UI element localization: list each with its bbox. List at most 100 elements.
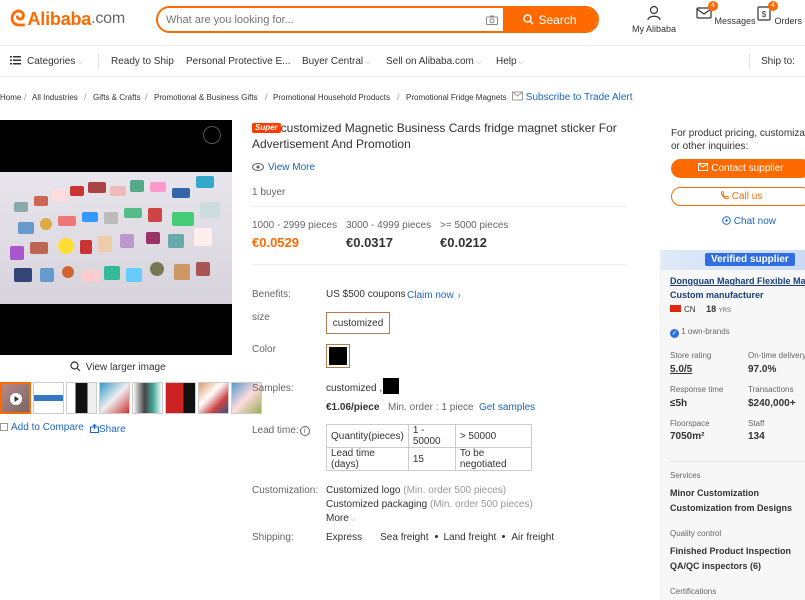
eye-icon: [252, 162, 264, 175]
play-icon: [10, 393, 22, 405]
size-option-customized[interactable]: customized: [326, 312, 390, 334]
thumbnail-image[interactable]: [33, 382, 64, 414]
thumbnail-image[interactable]: [132, 382, 163, 414]
search-icon: [523, 14, 534, 25]
claim-now-link[interactable]: Claim now ›: [407, 290, 461, 301]
supplier-name-link[interactable]: Dongguan Maghard Flexible Magnet C: [670, 276, 805, 286]
transactions-value: $240,000+: [748, 398, 796, 409]
breadcrumb-promotional-gifts[interactable]: Promotional & Business Gifts: [154, 93, 258, 102]
table-cell: Quantity(pieces): [326, 424, 409, 448]
breadcrumb-separator: /: [84, 92, 87, 102]
buyer-count: 1 buyer: [252, 187, 286, 198]
price-tier-price: €0.0212: [440, 235, 487, 250]
nav-divider: [98, 53, 99, 69]
country-code: CN: [684, 305, 696, 314]
breadcrumb-separator: /: [265, 92, 268, 102]
search-button[interactable]: Search: [503, 8, 597, 31]
sample-color-swatch[interactable]: [383, 378, 399, 394]
breadcrumb-home[interactable]: Home: [0, 93, 21, 102]
view-larger-label: View larger image: [85, 362, 166, 373]
view-larger-image[interactable]: View larger image: [70, 361, 166, 375]
staff-value: 134: [748, 431, 765, 442]
custom-logo-note: (Min. order 500 pieces): [403, 485, 507, 496]
verified-banner: Verified supplier: [661, 250, 805, 270]
share-link[interactable]: Share: [90, 423, 126, 436]
search-button-label: Search: [538, 12, 577, 27]
nav-help[interactable]: Help ⌵: [496, 56, 524, 67]
certifications-label: Certifications: [670, 587, 717, 596]
more-customization[interactable]: More ⌵: [326, 513, 356, 524]
quality-control-label: Quality control: [670, 529, 722, 538]
nav-sell[interactable]: Sell on Alibaba.com ⌵: [386, 56, 481, 67]
view-more-link[interactable]: View More: [252, 162, 315, 175]
breadcrumb-gifts-crafts[interactable]: Gifts & Crafts: [93, 93, 141, 102]
thumbnail-image[interactable]: [198, 382, 229, 414]
messages-link[interactable]: 4 Messages: [696, 1, 756, 26]
color-swatch-black[interactable]: [326, 344, 350, 368]
share-icon: [90, 423, 99, 436]
samples-label: Samples:: [252, 383, 294, 394]
chat-icon: [722, 216, 731, 228]
search-input[interactable]: [158, 8, 481, 31]
zoom-icon: [70, 361, 81, 375]
ship-to[interactable]: Ship to:: [761, 56, 795, 67]
breadcrumb-all-industries[interactable]: All Industries: [32, 93, 78, 102]
nav-buyer-central[interactable]: Buyer Central ⌵: [302, 56, 370, 67]
contact-supplier-label: Contact supplier: [711, 163, 784, 174]
chat-now-link[interactable]: Chat now: [722, 216, 776, 228]
add-to-compare[interactable]: Add to Compare: [0, 422, 84, 433]
share-label: Share: [99, 424, 126, 435]
nav-ppe[interactable]: Personal Protective E...: [186, 56, 291, 67]
qc-item: QA/QC inspectors (6): [670, 561, 762, 571]
price-tier-range: 3000 - 4999 pieces: [346, 220, 432, 231]
years-value: 18: [706, 304, 717, 314]
get-samples-link[interactable]: Get samples: [479, 402, 535, 413]
favorite-toggle[interactable]: [203, 126, 221, 144]
subscribe-trade-alert[interactable]: Subscribe to Trade Alert: [512, 91, 633, 104]
thumbnail-image[interactable]: [165, 382, 196, 414]
service-item: Minor Customization: [670, 488, 759, 498]
categories-menu[interactable]: Categories ⌵: [10, 56, 83, 68]
table-row: Quantity(pieces) 1 - 50000 > 50000: [326, 424, 532, 448]
price-tier-price: €0.0317: [346, 235, 393, 250]
mail-icon: [698, 163, 709, 174]
breadcrumb-fridge-magnets[interactable]: Promotional Fridge Magnets: [406, 93, 507, 102]
color-label: Color: [252, 344, 276, 355]
product-title-text: customized Magnetic Business Cards fridg…: [252, 121, 617, 151]
color-swatch-fill: [329, 347, 347, 365]
logo-icon: ᘓ: [10, 6, 26, 31]
inquiry-line: or other inquiries:: [671, 141, 749, 152]
chevron-right-icon: ›: [457, 290, 461, 300]
thumbnail-image[interactable]: [99, 382, 130, 414]
top-header: ᘓ Alibaba.com Search My Alibaba 4 Messag…: [0, 0, 805, 46]
price-tier-price: €0.0529: [252, 235, 299, 250]
table-row: Lead time (days) 15 To be negotiated: [326, 447, 532, 471]
price-tier-range: 1000 - 2999 pieces: [252, 220, 338, 231]
nav-ready-to-ship[interactable]: Ready to Ship: [111, 56, 174, 67]
staff-label: Staff: [748, 419, 765, 428]
chevron-down-icon: ⌵: [350, 516, 357, 523]
own-brands-label: 1 own-brands: [681, 327, 730, 336]
inquiry-text: For product pricing, customizatio or oth…: [671, 127, 805, 153]
my-alibaba-link[interactable]: My Alibaba: [632, 4, 676, 34]
contact-supplier-button[interactable]: Contact supplier: [671, 159, 805, 178]
sample-min-order: Min. order : 1 piece: [388, 402, 474, 413]
store-rating-link[interactable]: 5.0/5: [670, 364, 692, 375]
benefits-label: Benefits:: [252, 289, 291, 300]
breadcrumb-household[interactable]: Promotional Household Products: [273, 93, 390, 102]
alibaba-logo[interactable]: ᘓ Alibaba .com: [10, 6, 125, 31]
call-us-label: Call us: [731, 191, 763, 202]
logo-suffix: .com: [91, 10, 125, 27]
thumbnail-strip: [0, 382, 262, 414]
call-us-button[interactable]: Call us: [671, 187, 805, 206]
table-cell: To be negotiated: [454, 447, 532, 471]
breadcrumb-separator: /: [145, 92, 148, 102]
custom-logo: Customized logo (Min. order 500 pieces): [326, 485, 506, 496]
thumbnail-video[interactable]: [0, 382, 31, 414]
price-tier: >= 5000 pieces €0.0212: [440, 220, 508, 250]
phone-icon: [720, 190, 729, 203]
thumbnail-image[interactable]: [66, 382, 97, 414]
orders-link[interactable]: $ 4 Orders: [756, 1, 802, 26]
chevron-down-icon: ⌵: [518, 59, 524, 66]
camera-icon[interactable]: [481, 8, 503, 31]
